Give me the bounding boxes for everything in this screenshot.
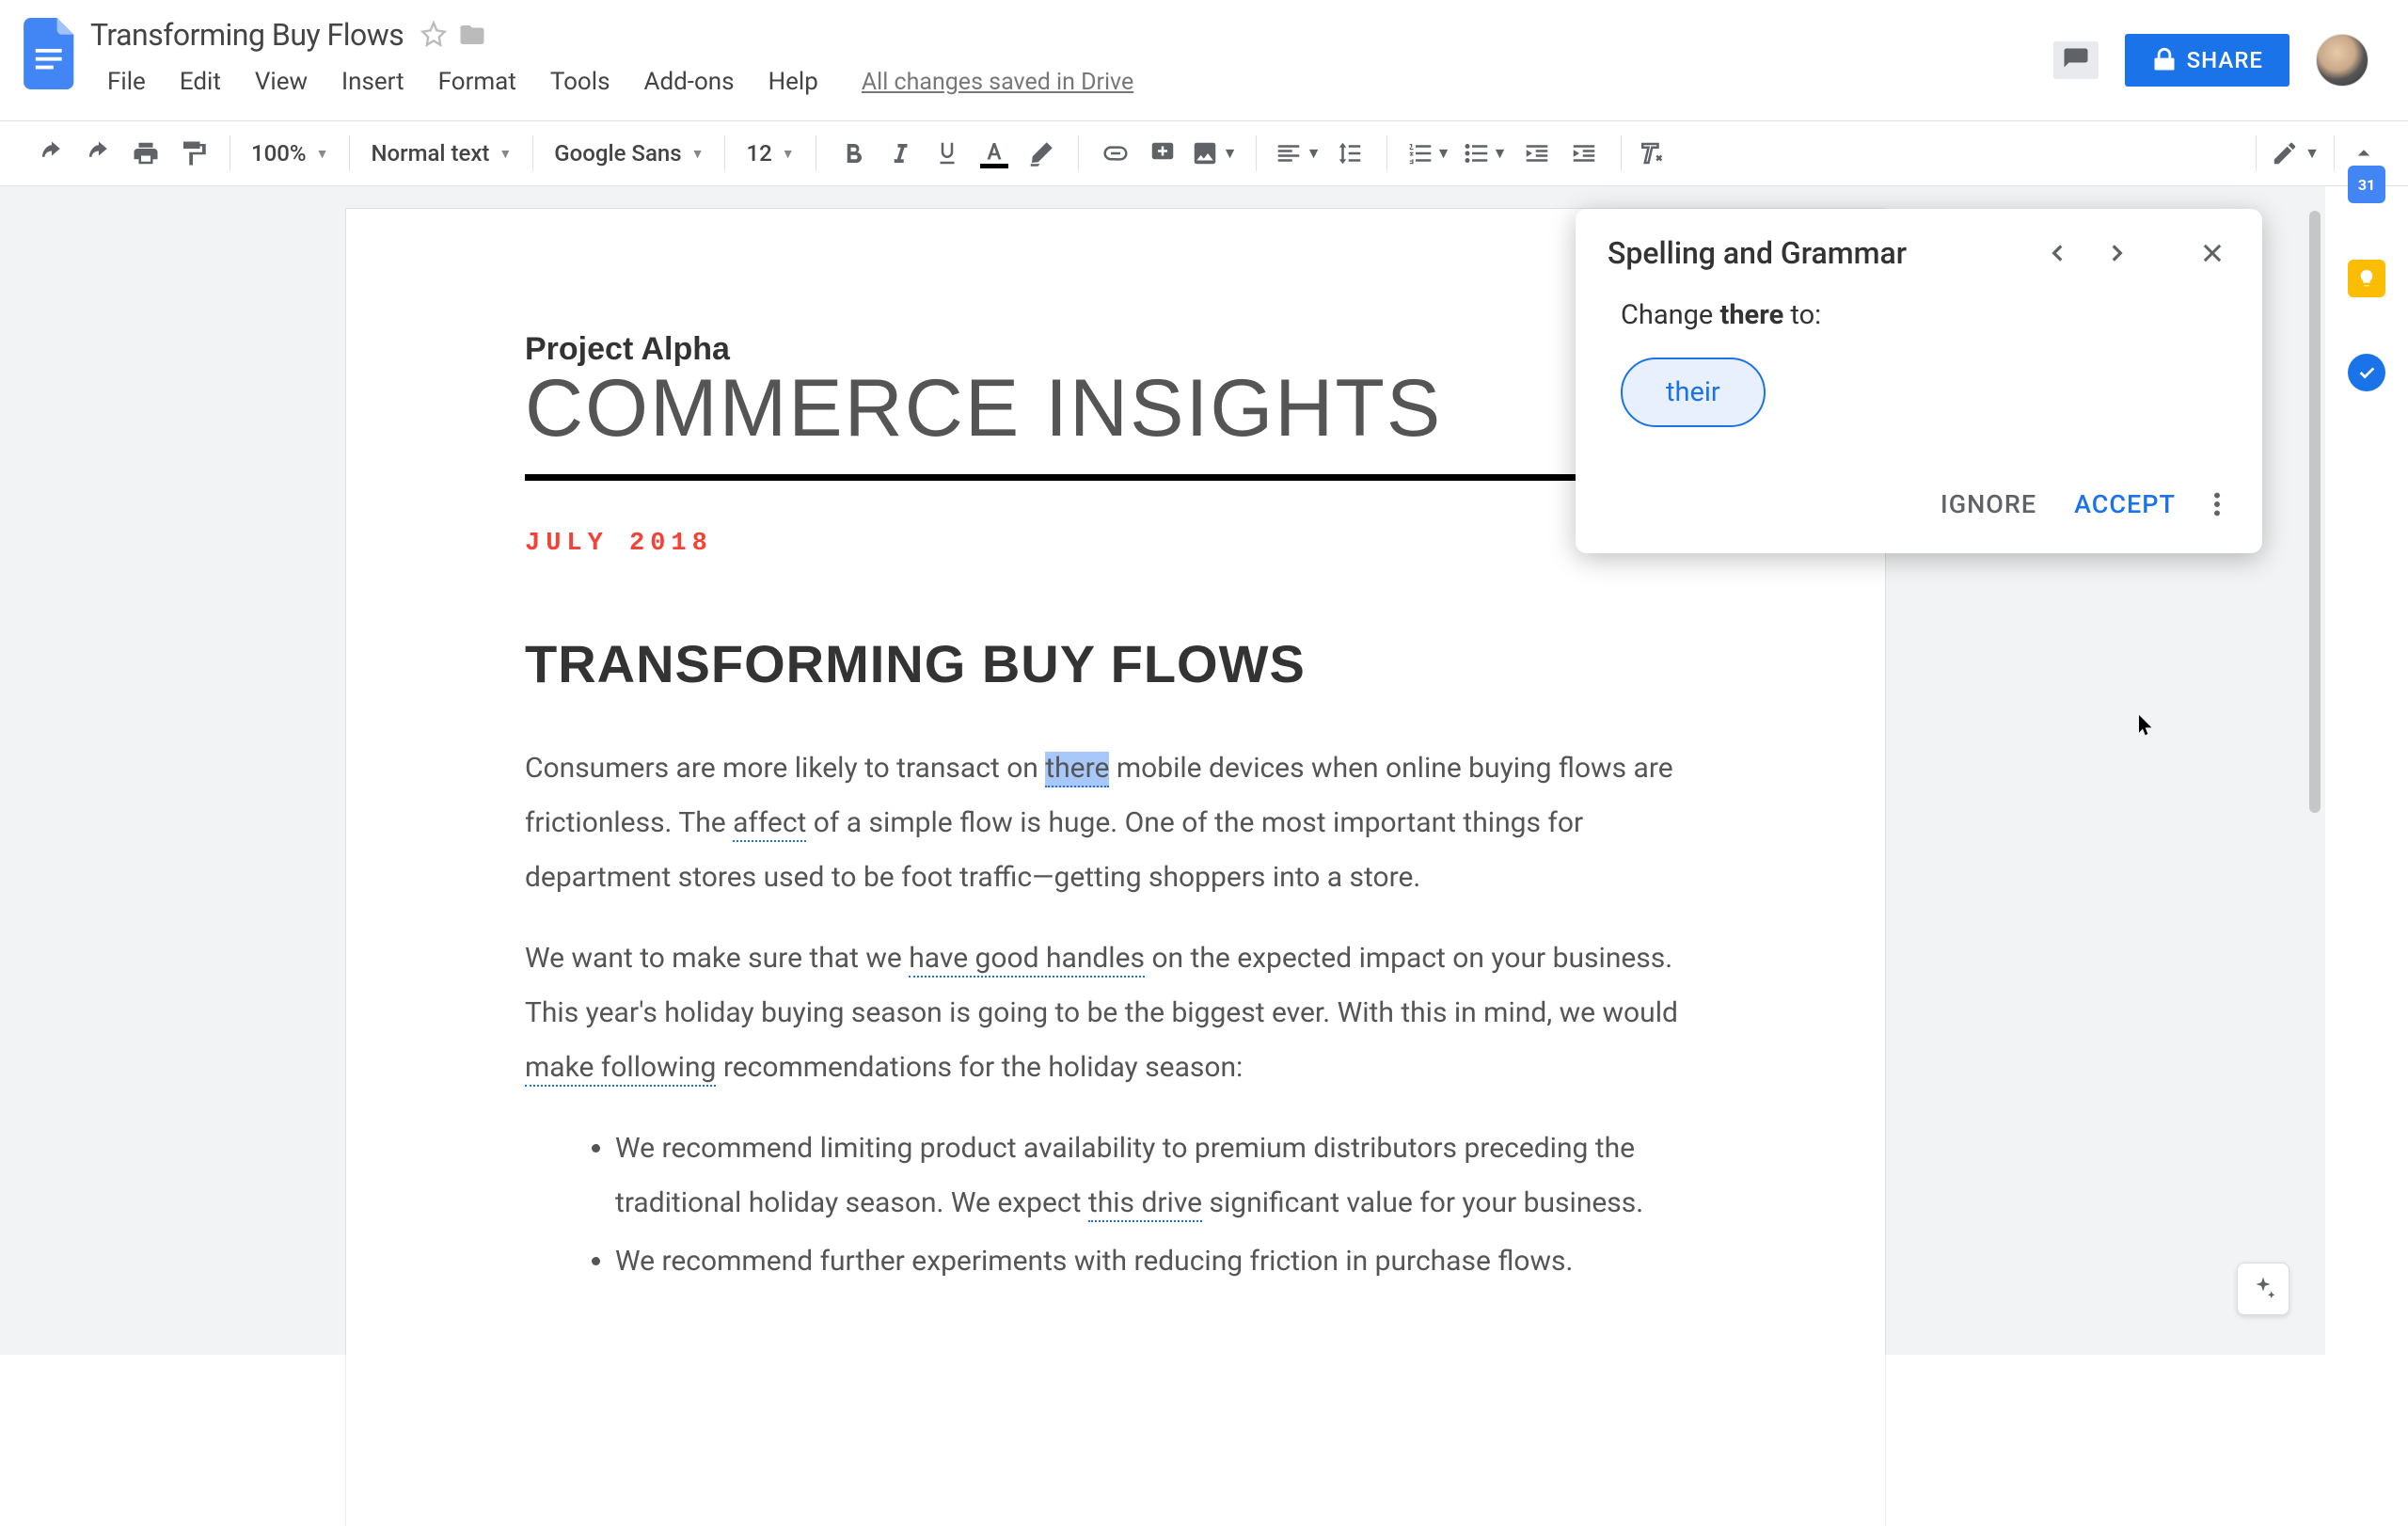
undo-button[interactable] — [28, 130, 75, 177]
comments-button[interactable] — [2053, 41, 2099, 79]
font-size-select[interactable]: 12▼ — [731, 131, 809, 176]
paint-format-button[interactable] — [169, 130, 216, 177]
redo-button[interactable] — [75, 130, 122, 177]
highlight-color-button[interactable] — [1018, 130, 1065, 177]
menu-bar: File Edit View Insert Format Tools Add-o… — [90, 62, 2053, 102]
numbered-list-button[interactable]: ▼ — [1401, 130, 1457, 177]
menu-insert[interactable]: Insert — [325, 62, 421, 102]
titlebar: Transforming Buy Flows File Edit View In… — [0, 0, 2408, 120]
sg-next-button[interactable] — [2099, 235, 2134, 271]
increase-indent-button[interactable] — [1560, 130, 1608, 177]
sg-accept-button[interactable]: ACCEPT — [2074, 489, 2176, 519]
p2-text-post: recommendations for the holiday season: — [716, 1051, 1243, 1084]
toolbar: 100%▼ Normal text▼ Google Sans▼ 12▼ ▼ ▼ … — [0, 120, 2408, 186]
menu-tools[interactable]: Tools — [533, 62, 627, 102]
p1-text-pre: Consumers are more likely to transact on — [525, 752, 1045, 785]
sg-ignore-button[interactable]: IGNORE — [1941, 489, 2036, 519]
bold-button[interactable] — [830, 130, 877, 177]
p2-text-pre: We want to make sure that we — [525, 942, 909, 975]
explore-button[interactable] — [2237, 1263, 2289, 1315]
side-panel-strip: 31 — [2325, 124, 2408, 391]
insert-link-button[interactable] — [1092, 130, 1139, 177]
keep-addon-icon[interactable] — [2348, 260, 2385, 297]
decrease-indent-button[interactable] — [1513, 130, 1560, 177]
sg-suggestion-pill[interactable]: their — [1621, 358, 1766, 427]
grammar-error[interactable]: affect — [733, 806, 806, 842]
grammar-error[interactable]: this drive — [1088, 1186, 1202, 1222]
underline-button[interactable] — [924, 130, 971, 177]
doc-heading-1: COMMERCE INSIGHTS — [525, 362, 1706, 455]
doc-heading-2: TRANSFORMING BUY FLOWS — [525, 633, 1706, 694]
docs-logo-icon[interactable] — [17, 11, 83, 96]
mouse-cursor-icon — [2139, 715, 2154, 738]
move-to-folder-icon[interactable] — [458, 21, 486, 49]
menu-edit[interactable]: Edit — [163, 62, 238, 102]
sg-change-label: Change there to: — [1621, 299, 2217, 331]
share-label: SHARE — [2187, 47, 2263, 73]
calendar-addon-icon[interactable]: 31 — [2348, 166, 2385, 203]
tasks-addon-icon[interactable] — [2348, 354, 2385, 391]
sg-prev-button[interactable] — [2040, 235, 2076, 271]
star-icon[interactable] — [420, 21, 447, 49]
align-button[interactable]: ▼ — [1270, 130, 1326, 177]
italic-button[interactable] — [877, 130, 924, 177]
grammar-error[interactable]: make following — [525, 1051, 716, 1087]
zoom-select[interactable]: 100%▼ — [236, 131, 343, 176]
grammar-error[interactable]: have good handles — [909, 942, 1145, 978]
body-text[interactable]: Consumers are more likely to transact on… — [525, 741, 1701, 1289]
spelling-grammar-panel: Spelling and Grammar Change there to: th… — [1576, 209, 2262, 553]
horizontal-rule — [525, 474, 1710, 481]
share-button[interactable]: SHARE — [2125, 34, 2289, 87]
paragraph-style-select[interactable]: Normal text▼ — [356, 131, 527, 176]
menu-addons[interactable]: Add-ons — [627, 62, 752, 102]
insert-image-button[interactable]: ▼ — [1186, 130, 1243, 177]
sg-close-button[interactable] — [2194, 235, 2230, 271]
editing-mode-button[interactable]: ▼ — [2262, 130, 2328, 177]
clear-formatting-button[interactable] — [1627, 130, 1674, 177]
insert-comment-button[interactable] — [1139, 130, 1186, 177]
sg-panel-title: Spelling and Grammar — [1608, 235, 2040, 271]
drive-save-status[interactable]: All changes saved in Drive — [862, 69, 1133, 96]
line-spacing-button[interactable] — [1326, 130, 1373, 177]
document-title[interactable]: Transforming Buy Flows — [90, 17, 404, 53]
list-item: We recommend limiting product availabili… — [615, 1121, 1701, 1231]
vertical-scrollbar[interactable] — [2305, 186, 2325, 1315]
bulleted-list-button[interactable]: ▼ — [1457, 130, 1513, 177]
menu-format[interactable]: Format — [421, 62, 533, 102]
print-button[interactable] — [122, 130, 169, 177]
selected-error-word[interactable]: there — [1045, 752, 1109, 787]
font-select[interactable]: Google Sans▼ — [539, 131, 719, 176]
menu-help[interactable]: Help — [752, 62, 835, 102]
date-line: JULY 2018 — [525, 530, 1706, 558]
menu-view[interactable]: View — [238, 62, 325, 102]
text-color-button[interactable] — [971, 130, 1018, 177]
scrollbar-thumb[interactable] — [2309, 211, 2321, 813]
account-avatar[interactable] — [2316, 34, 2368, 87]
sg-more-button[interactable] — [2213, 492, 2221, 517]
list-item: We recommend further experiments with re… — [615, 1234, 1701, 1289]
menu-file[interactable]: File — [90, 62, 163, 102]
